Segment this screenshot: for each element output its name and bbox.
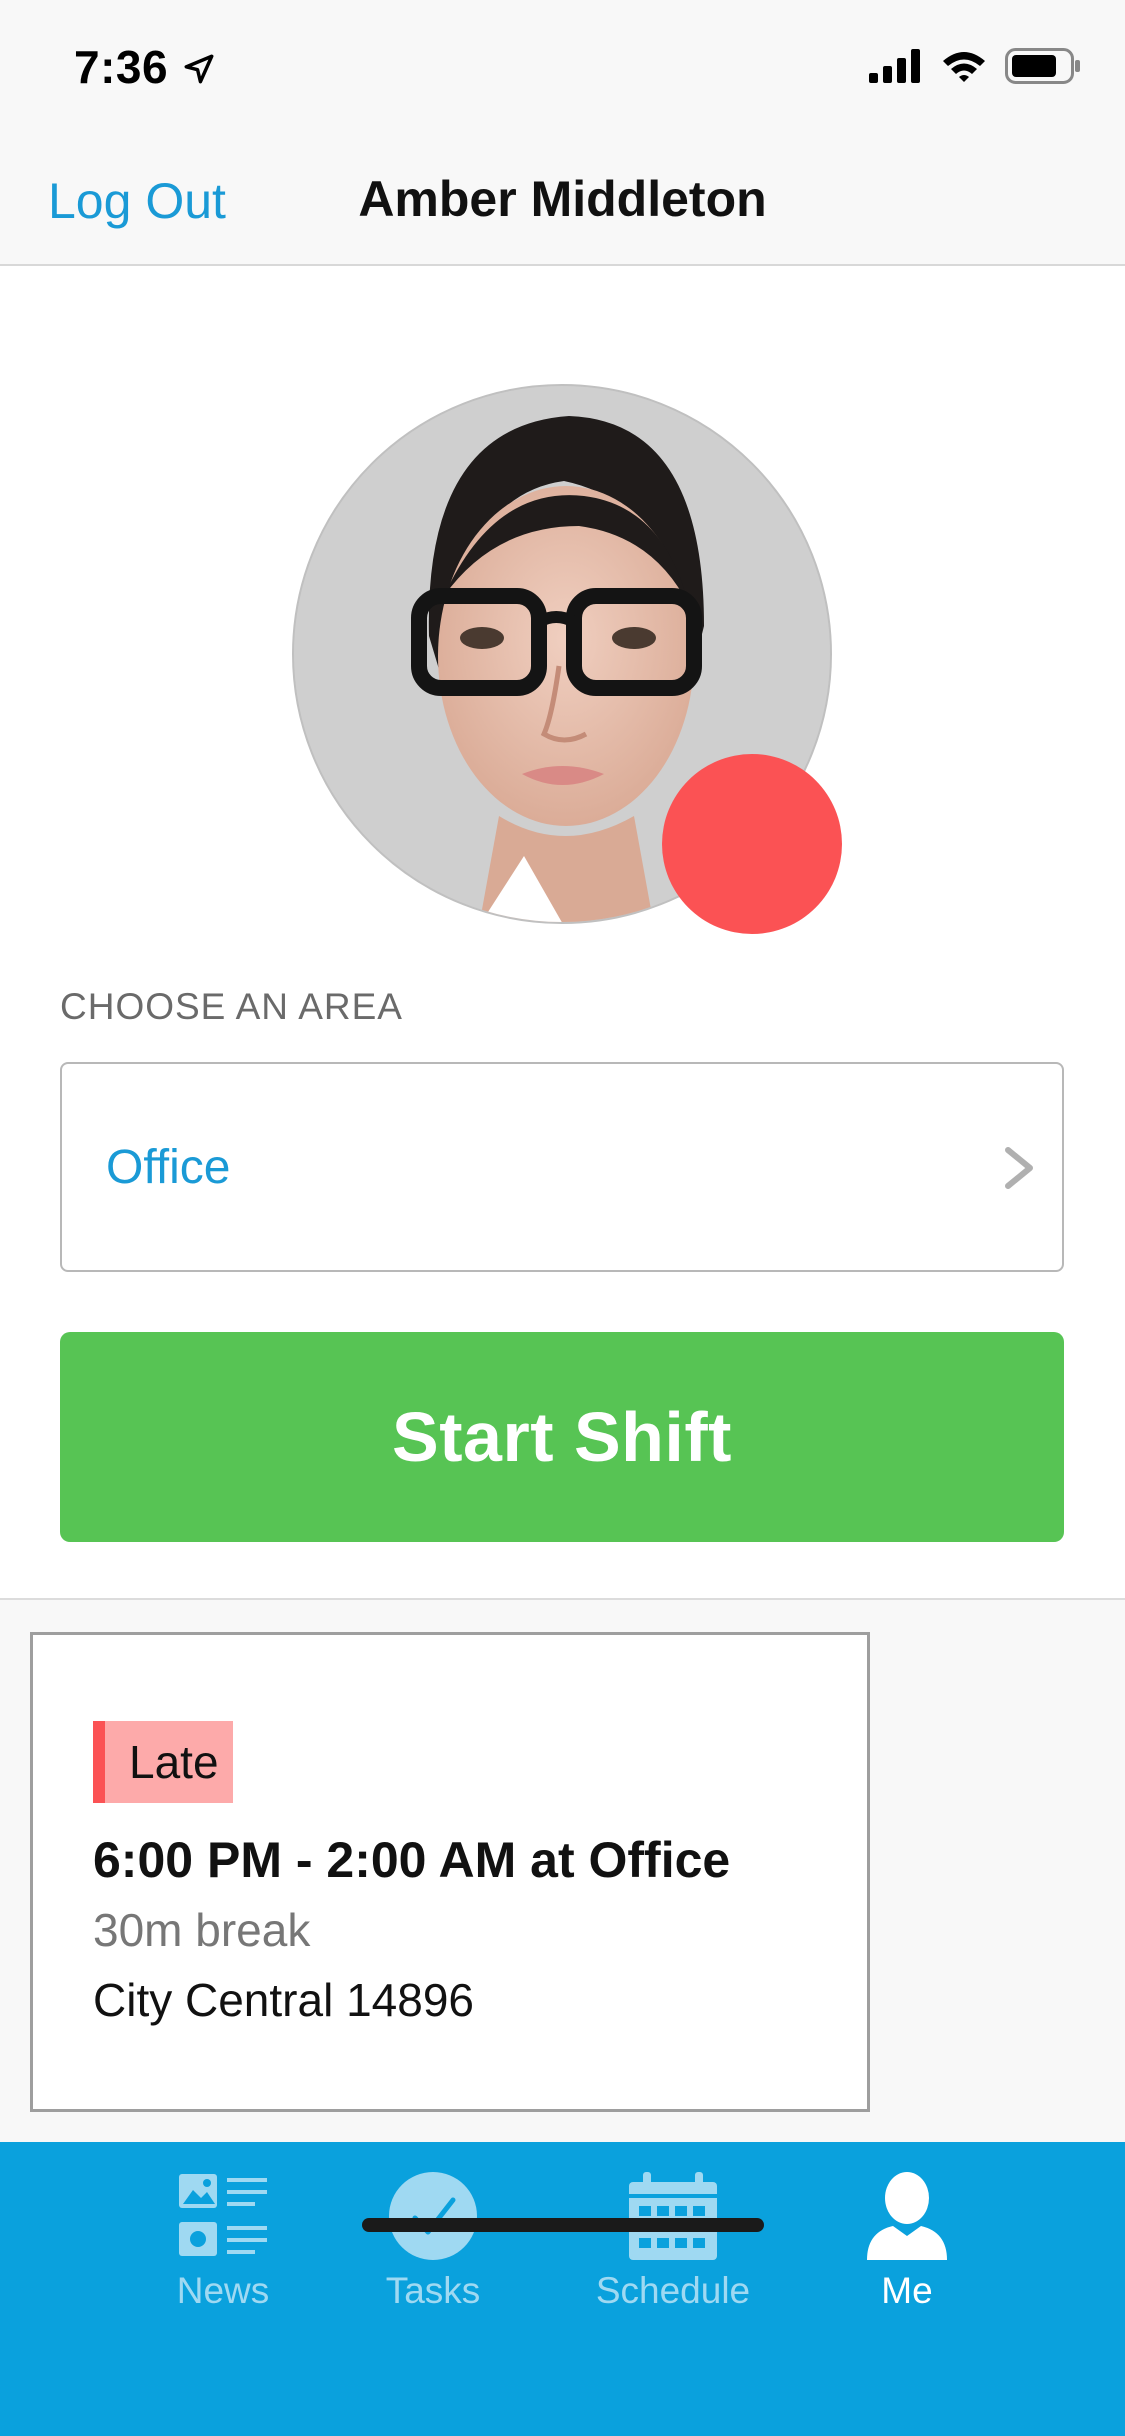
shift-card[interactable]: Late 6:00 PM - 2:00 AM at Office 30m bre… — [30, 1632, 870, 2112]
area-selector[interactable]: Office — [60, 1062, 1064, 1272]
area-label: CHOOSE AN AREA — [60, 986, 403, 1027]
news-icon — [179, 2174, 267, 2256]
battery-icon — [1005, 48, 1080, 84]
tab-bar: News Tasks Schedule Me — [0, 2142, 1125, 2436]
tab-tasks[interactable]: Tasks — [333, 2168, 533, 2328]
chevron-right-icon — [1005, 1147, 1033, 1189]
location-arrow-icon — [184, 54, 214, 84]
page-title: Amber Middleton — [358, 171, 767, 227]
tab-tasks-label: Tasks — [385, 2270, 481, 2311]
profile-section: CHOOSE AN AREA Office Start Shift — [0, 266, 1125, 1600]
checkmark-icon — [389, 2172, 477, 2260]
status-indicator — [662, 754, 842, 934]
cellular-signal-icon — [869, 49, 920, 83]
status-bar: 7:36 — [0, 0, 1125, 132]
tab-news[interactable]: News — [123, 2168, 323, 2328]
wifi-icon — [943, 52, 985, 82]
shift-time: 6:00 PM - 2:00 AM at Office — [93, 1832, 731, 1888]
tab-me[interactable]: Me — [807, 2168, 1007, 2328]
status-time: 7:36 — [74, 41, 169, 93]
person-icon — [867, 2172, 947, 2260]
tab-me-label: Me — [881, 2270, 933, 2311]
area-value: Office — [106, 1141, 231, 1194]
late-badge: Late — [93, 1721, 233, 1803]
calendar-icon — [629, 2172, 717, 2260]
start-shift-button[interactable]: Start Shift — [60, 1332, 1064, 1542]
shift-location: City Central 14896 — [93, 1974, 474, 2026]
home-indicator — [362, 2218, 764, 2232]
nav-bar: Log Out Amber Middleton — [0, 132, 1125, 266]
shift-break: 30m break — [93, 1904, 311, 1956]
tab-news-label: News — [176, 2270, 270, 2311]
tab-schedule-label: Schedule — [595, 2270, 751, 2311]
tab-schedule[interactable]: Schedule — [573, 2168, 773, 2328]
